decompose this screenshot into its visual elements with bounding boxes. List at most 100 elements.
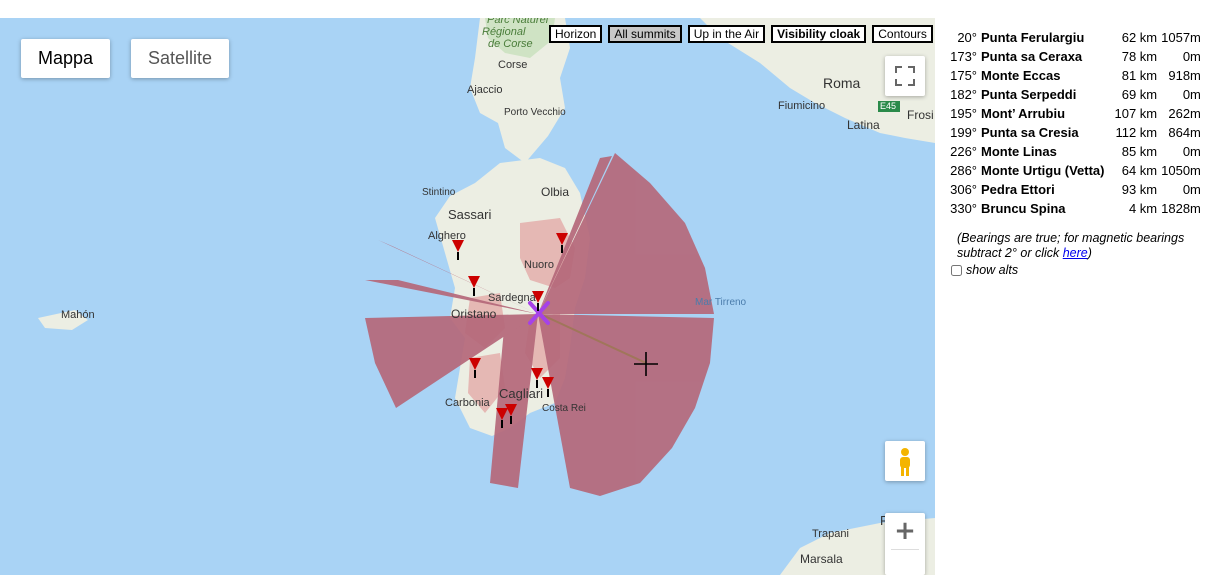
summit-bearing: 173° bbox=[950, 49, 977, 64]
summit-name: Punta sa Ceraxa bbox=[981, 49, 1083, 64]
visibility-cloak-button[interactable]: Visibility cloak bbox=[771, 25, 867, 43]
label-ajaccio: Ajaccio bbox=[467, 84, 503, 96]
summit-bearing: 286° bbox=[950, 163, 977, 178]
summit-bearing: 330° bbox=[950, 201, 977, 216]
show-alts-label: show alts bbox=[966, 263, 1019, 277]
summit-bearing: 226° bbox=[950, 144, 977, 159]
label-costa-rei: Costa Rei bbox=[542, 403, 586, 414]
label-corse: Corse bbox=[498, 59, 528, 71]
summit-bearing: 306° bbox=[950, 182, 977, 197]
summit-distance: 4 km bbox=[1128, 201, 1158, 216]
contours-button[interactable]: Contours bbox=[872, 25, 933, 43]
summit-row: 175° Monte Eccas 81 km 918m bbox=[945, 66, 1203, 85]
summit-distance: 69 km bbox=[1121, 87, 1158, 102]
summit-row: 173° Punta sa Ceraxa 78 km 0m bbox=[945, 47, 1203, 66]
summit-row: 306° Pedra Ettori 93 km 0m bbox=[945, 180, 1203, 199]
label-fiumicino: Fiumicino bbox=[778, 100, 826, 112]
show-alts-checkbox[interactable] bbox=[951, 264, 962, 276]
map-type-map-button[interactable]: Mappa bbox=[21, 39, 110, 78]
horizon-button[interactable]: Horizon bbox=[549, 25, 603, 43]
all-summits-button[interactable]: All summits bbox=[608, 25, 682, 43]
summit-distance: 112 km bbox=[1115, 125, 1158, 140]
magnetic-here-link[interactable]: here bbox=[1063, 246, 1088, 260]
summit-altitude: 864m bbox=[1168, 125, 1201, 140]
summit-name: Pedra Ettori bbox=[981, 182, 1055, 197]
zoom-divider bbox=[891, 549, 919, 550]
summit-distance: 93 km bbox=[1121, 182, 1158, 197]
summit-distance: 81 km bbox=[1121, 68, 1158, 83]
summits-table: 20° Punta Ferulargiu 62 km 1057m 173° Punta s… bbox=[945, 28, 1203, 218]
label-e45: E45 bbox=[880, 101, 897, 111]
label-regional: Régional bbox=[482, 26, 526, 38]
summit-altitude: 1828m bbox=[1161, 201, 1201, 216]
label-latina: Latina bbox=[847, 118, 880, 132]
summit-row: 195° Mont’ Arrubiu 107 km 262m bbox=[945, 104, 1203, 123]
label-parco: Parc Naturel bbox=[487, 18, 549, 26]
summit-altitude: 0m bbox=[1182, 87, 1201, 102]
summit-altitude: 0m bbox=[1182, 182, 1201, 197]
overlay-toolbar: Horizon All summits Up in the Air Visibi… bbox=[549, 25, 933, 43]
summit-altitude: 1057m bbox=[1161, 30, 1201, 45]
summit-name: Monte Urtigu (Vetta) bbox=[981, 163, 1105, 178]
label-marsala: Marsala bbox=[800, 552, 843, 566]
summit-row: 20° Punta Ferulargiu 62 km 1057m bbox=[945, 28, 1203, 47]
fullscreen-icon bbox=[895, 66, 915, 86]
bearing-note-end: ) bbox=[1087, 246, 1092, 260]
summit-name: Monte Linas bbox=[981, 144, 1057, 159]
map-view[interactable]: Parc Naturel Régional de Corse Corse Aja… bbox=[0, 18, 935, 575]
street-view-button[interactable] bbox=[885, 441, 925, 481]
label-carbonia: Carbonia bbox=[445, 397, 490, 409]
label-sardegna: Sardegna bbox=[488, 292, 536, 304]
summit-name: Punta Ferulargiu bbox=[981, 30, 1085, 45]
summit-distance: 107 km bbox=[1114, 106, 1158, 121]
summit-bearing: 20° bbox=[957, 30, 977, 45]
label-sassari: Sassari bbox=[448, 207, 492, 222]
show-alts-option[interactable]: show alts bbox=[951, 263, 1205, 277]
summit-name: Bruncu Spina bbox=[981, 201, 1066, 216]
bearing-note: (Bearings are true; for magnetic bearing… bbox=[957, 231, 1202, 261]
summit-row: 330° Bruncu Spina 4 km 1828m bbox=[945, 199, 1203, 218]
summit-name: Punta sa Cresia bbox=[981, 125, 1079, 140]
label-oristano: Oristano bbox=[451, 307, 497, 321]
label-nuoro: Nuoro bbox=[524, 259, 554, 271]
summit-distance: 64 km bbox=[1121, 163, 1158, 178]
summit-altitude: 918m bbox=[1168, 68, 1201, 83]
label-roma: Roma bbox=[823, 75, 861, 91]
label-stintino: Stintino bbox=[422, 187, 456, 198]
summit-row: 199° Punta sa Cresia 112 km 864m bbox=[945, 123, 1203, 142]
label-cagliari: Cagliari bbox=[499, 386, 544, 401]
summits-panel: 20° Punta Ferulargiu 62 km 1057m 173° Punta s… bbox=[945, 28, 1205, 277]
summit-distance: 78 km bbox=[1121, 49, 1158, 64]
zoom-control: + bbox=[885, 513, 925, 575]
summit-row: 226° Monte Linas 85 km 0m bbox=[945, 142, 1203, 161]
zoom-in-button[interactable]: + bbox=[885, 513, 925, 549]
pegman-icon bbox=[900, 448, 910, 476]
zoom-in-icon: + bbox=[894, 516, 916, 546]
summit-altitude: 1050m bbox=[1161, 163, 1201, 178]
label-mahon: Mahón bbox=[61, 309, 95, 321]
label-trapani: Trapani bbox=[812, 528, 849, 540]
label-alghero: Alghero bbox=[428, 230, 466, 242]
label-de-corse: de Corse bbox=[488, 38, 533, 50]
summit-bearing: 175° bbox=[950, 68, 977, 83]
summit-distance: 85 km bbox=[1121, 144, 1158, 159]
summit-bearing: 182° bbox=[950, 87, 977, 102]
summit-name: Punta Serpeddi bbox=[981, 87, 1077, 102]
summit-altitude: 262m bbox=[1168, 106, 1201, 121]
summit-row: 182° Punta Serpeddi 69 km 0m bbox=[945, 85, 1203, 104]
summit-altitude: 0m bbox=[1182, 144, 1201, 159]
summit-name: Mont’ Arrubiu bbox=[981, 106, 1066, 121]
fullscreen-button[interactable] bbox=[885, 56, 925, 96]
summit-bearing: 195° bbox=[950, 106, 977, 121]
summit-distance: 62 km bbox=[1121, 30, 1158, 45]
map-type-satellite-button[interactable]: Satellite bbox=[131, 39, 229, 78]
up-in-the-air-button[interactable]: Up in the Air bbox=[687, 25, 766, 43]
label-frosi: Frosi bbox=[907, 108, 934, 122]
label-olbia: Olbia bbox=[541, 185, 570, 199]
summit-bearing: 199° bbox=[950, 125, 977, 140]
label-mar-tirreno: Mar Tirreno bbox=[695, 297, 747, 308]
summit-name: Monte Eccas bbox=[981, 68, 1061, 83]
summit-altitude: 0m bbox=[1182, 49, 1201, 64]
label-porto-vecchio: Porto Vecchio bbox=[504, 107, 566, 118]
summit-row: 286° Monte Urtigu (Vetta) 64 km 1050m bbox=[945, 161, 1203, 180]
